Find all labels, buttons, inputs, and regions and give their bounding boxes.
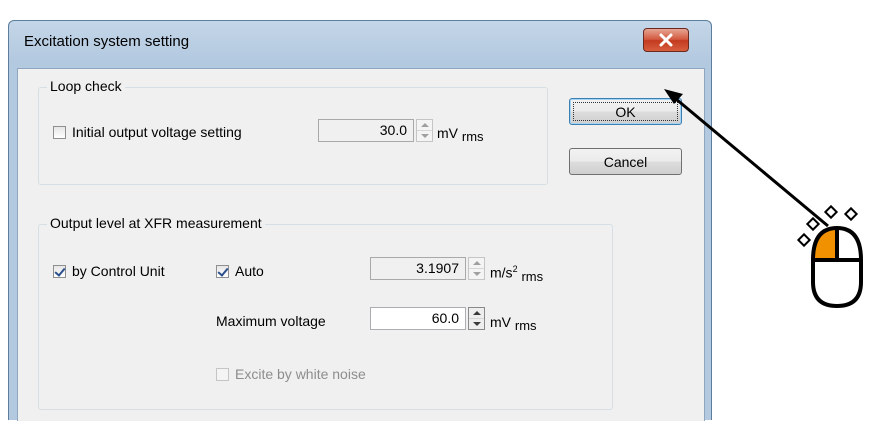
- xfr-group-label: Output level at XFR measurement: [47, 215, 265, 231]
- initial-voltage-unit: mV rms: [437, 125, 484, 144]
- initial-output-checkbox-row[interactable]: Initial output voltage setting: [53, 124, 242, 140]
- close-x-icon: [659, 33, 673, 47]
- loop-check-group-label: Loop check: [47, 78, 125, 94]
- white-noise-label: Excite by white noise: [235, 366, 366, 382]
- unit-main: mV: [490, 314, 511, 330]
- click-mark: [796, 232, 812, 248]
- white-noise-row: Excite by white noise: [216, 366, 366, 382]
- cancel-button-label: Cancel: [603, 153, 648, 170]
- close-button[interactable]: [643, 28, 689, 52]
- unit-main: m/s: [490, 264, 513, 281]
- by-control-unit-checkbox[interactable]: [53, 264, 66, 278]
- unit-main: mV: [437, 125, 458, 141]
- auto-checkbox[interactable]: [216, 264, 229, 278]
- spinner-up[interactable]: [417, 120, 432, 131]
- cancel-button[interactable]: Cancel: [569, 148, 682, 175]
- white-noise-checkbox: [216, 367, 229, 381]
- spinner-down-icon: [473, 322, 481, 326]
- window-title: Excitation system setting: [24, 33, 190, 50]
- auto-row[interactable]: Auto: [216, 263, 264, 279]
- dialog-window: Excitation system setting Loop check Ini…: [8, 20, 712, 421]
- click-mark: [843, 206, 859, 222]
- max-voltage-field[interactable]: 60.0: [370, 307, 466, 330]
- max-voltage-spinner[interactable]: [468, 307, 485, 330]
- by-control-unit-row[interactable]: by Control Unit: [53, 263, 165, 279]
- unit-sub: rms: [461, 129, 484, 144]
- max-voltage-label: Maximum voltage: [216, 313, 326, 329]
- spinner-down-icon: [473, 272, 481, 276]
- initial-output-checkbox[interactable]: [53, 125, 66, 139]
- spinner-down-icon: [421, 134, 429, 138]
- auto-label[interactable]: Auto: [235, 263, 264, 279]
- ok-button[interactable]: OK: [569, 98, 682, 125]
- click-mark: [823, 204, 839, 220]
- acceleration-spinner[interactable]: [468, 257, 485, 280]
- initial-voltage-spinner[interactable]: [416, 119, 433, 142]
- click-mark: [805, 216, 821, 232]
- mouse-left-click-icon: [796, 204, 863, 309]
- spinner-up-icon: [473, 311, 481, 315]
- acceleration-unit: m/s2 rms: [490, 264, 544, 284]
- ok-button-focus-rect: [573, 102, 678, 121]
- xfr-output-level-group: Output level at XFR measurement by Contr…: [38, 215, 613, 410]
- dialog-client-area: Loop check Initial output voltage settin…: [17, 68, 705, 421]
- spinner-up[interactable]: [469, 258, 484, 269]
- spinner-down[interactable]: [469, 269, 484, 280]
- by-control-unit-label[interactable]: by Control Unit: [72, 263, 165, 279]
- acceleration-field[interactable]: 3.1907: [370, 257, 466, 280]
- spinner-up-icon: [421, 123, 429, 127]
- unit-sup: 2: [512, 264, 518, 274]
- max-voltage-unit: mV rms: [490, 314, 537, 333]
- initial-voltage-field[interactable]: 30.0: [318, 119, 414, 142]
- unit-sub: rms: [514, 318, 537, 333]
- spinner-up-icon: [473, 261, 481, 265]
- spinner-up[interactable]: [469, 308, 484, 319]
- unit-sub: rms: [521, 268, 544, 284]
- loop-check-group: Loop check Initial output voltage settin…: [38, 78, 548, 185]
- spinner-down[interactable]: [417, 131, 432, 142]
- spinner-down[interactable]: [469, 319, 484, 330]
- initial-output-label[interactable]: Initial output voltage setting: [72, 124, 242, 140]
